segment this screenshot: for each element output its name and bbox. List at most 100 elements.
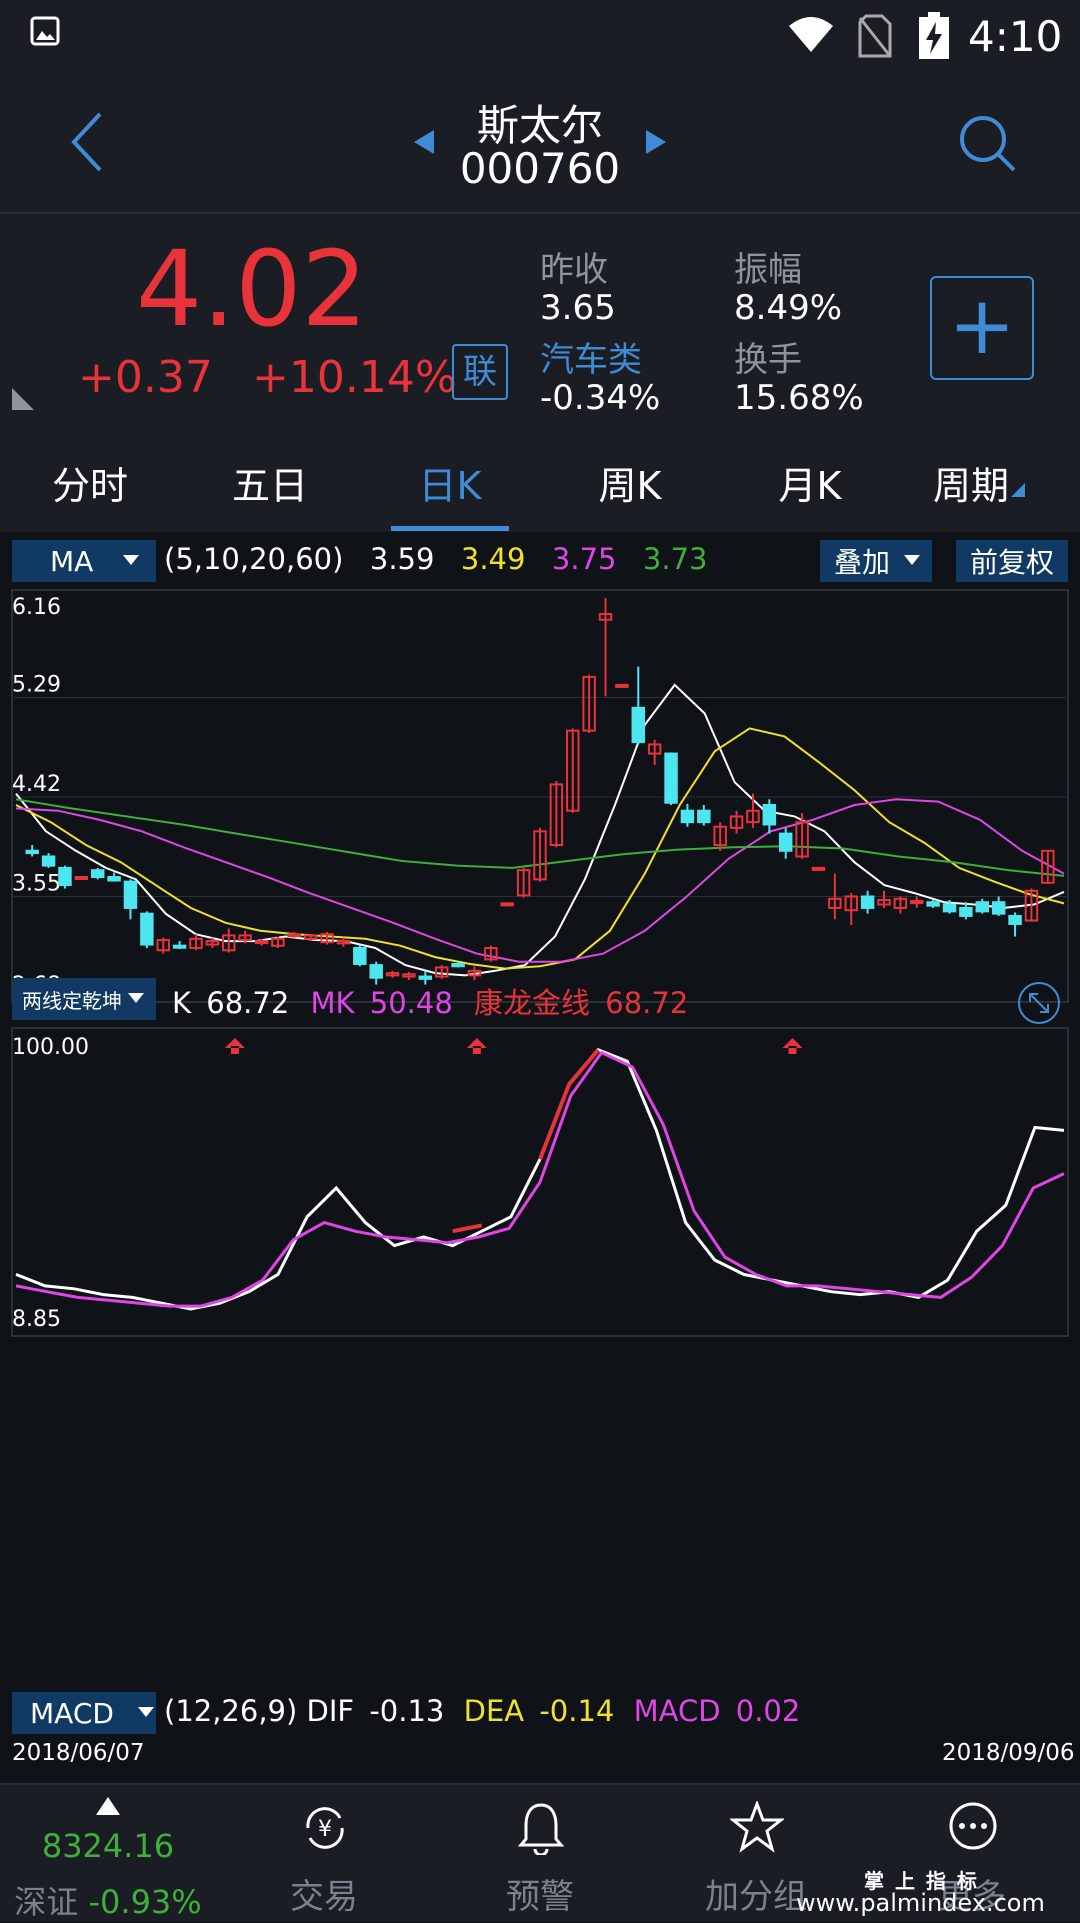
tab-monthly-k[interactable]: 月K [750, 456, 870, 516]
candle-body [910, 900, 924, 905]
overlay-selector[interactable]: 叠加 [820, 540, 932, 582]
candle-body [959, 906, 973, 917]
candle-body [107, 876, 121, 882]
tab-period-label: 周期 [932, 464, 1009, 508]
candle-body [90, 869, 105, 879]
ma-selector[interactable]: MA [12, 540, 156, 582]
nav-trade[interactable]: ¥ 交易 [216, 1785, 432, 1922]
mk-value: 50.48 [369, 986, 453, 1020]
star-icon [730, 1801, 784, 1853]
next-stock-icon[interactable] [644, 128, 668, 156]
candle-body [697, 809, 711, 824]
sector-change: -0.34% [540, 378, 661, 418]
candle-body [942, 903, 957, 913]
tab-five-day[interactable]: 五日 [210, 456, 330, 516]
y-tick-label: 4.42 [12, 772, 61, 797]
tab-daily-k[interactable]: 日K [390, 456, 510, 516]
index-line: 深证 -0.93% [0, 1877, 216, 1923]
status-bar: 4:10 [0, 0, 1080, 80]
chevron-down-icon [128, 993, 144, 1003]
candle-body [451, 962, 465, 968]
ma-values: (5,10,20,60) 3.59 3.49 3.75 3.73 [164, 542, 708, 576]
active-tab-indicator [391, 526, 509, 531]
candle-body [58, 866, 72, 887]
candle-body [991, 901, 1006, 915]
turnover-label: 换手 [734, 340, 802, 380]
ma10-value: 3.49 [460, 542, 526, 576]
bottom-nav: 8324.16 深证 -0.93% ¥ 交易 预警 加分组 更多 掌 上 指 标… [0, 1783, 1080, 1922]
ma-selector-label: MA [50, 544, 94, 578]
candle-body [74, 876, 89, 881]
prev-stock-icon[interactable] [412, 128, 436, 156]
candle-body [926, 901, 940, 907]
indicator-lines [15, 1048, 1065, 1311]
nav-market-index[interactable]: 8324.16 深证 -0.93% [0, 1785, 216, 1922]
candles [25, 598, 1055, 985]
linked-badge-button[interactable]: 联 [452, 344, 508, 400]
nav-alert[interactable]: 预警 [432, 1785, 648, 1922]
candle-body [860, 895, 875, 909]
svg-text:¥: ¥ [318, 1817, 332, 1842]
k-value: 68.72 [206, 986, 290, 1020]
adjust-button[interactable]: 前复权 [956, 540, 1068, 582]
candle-body [123, 880, 138, 909]
candle-body [353, 946, 367, 965]
gallery-icon [30, 16, 60, 46]
tab-intraday[interactable]: 分时 [30, 456, 150, 516]
chevron-down-icon [123, 555, 140, 565]
stock-code: 000760 [459, 144, 621, 193]
back-icon[interactable] [68, 110, 108, 174]
more-icon [949, 1802, 997, 1850]
kline-frame [11, 589, 1069, 1003]
expand-icon[interactable] [1016, 980, 1062, 1026]
prev-close-label: 昨收 [540, 250, 608, 290]
candle-body [287, 933, 302, 938]
macd-selector[interactable]: MACD [12, 1692, 156, 1734]
dea-value: -0.14 [539, 1694, 615, 1728]
amplitude-value: 8.49% [734, 288, 843, 328]
tab-weekly-k[interactable]: 周K [570, 456, 690, 516]
period-tabs: 分时 五日 日K 周K 月K 周期 [0, 436, 1080, 534]
candle-body [762, 804, 777, 826]
candle-body [975, 901, 990, 913]
klgx-label: 康龙金线 [474, 986, 591, 1020]
sector-link[interactable]: 汽车类 [540, 332, 642, 381]
turnover-value: 15.68% [734, 378, 864, 418]
start-date: 2018/06/07 [12, 1740, 145, 1766]
corner-triangle-icon [12, 388, 34, 410]
candle-body [254, 940, 269, 945]
chart-area: MA (5,10,20,60) 3.59 3.49 3.75 3.73 叠加 前… [0, 532, 1080, 1782]
price: 4.02 [136, 228, 368, 350]
candle-body [778, 832, 793, 852]
add-watchlist-button[interactable]: + [930, 276, 1034, 380]
ma-params: (5,10,20,60) [164, 542, 344, 576]
watermark-url: www.palmindex.com [796, 1889, 1045, 1917]
kline-chart: 6.165.294.423.552.68 [11, 589, 1069, 1003]
no-sim-icon [858, 14, 892, 58]
end-date: 2018/09/06 [942, 1740, 1075, 1766]
y-tick-label: 6.16 [12, 595, 61, 620]
search-icon[interactable] [956, 112, 1020, 176]
dif-value: -0.13 [369, 1694, 445, 1728]
y-tick-label: 8.85 [12, 1307, 61, 1332]
candle-body [172, 944, 187, 949]
chevron-down-icon [904, 555, 921, 565]
bell-icon [518, 1803, 564, 1855]
nav-alert-label: 预警 [506, 1877, 574, 1917]
k-label: K [172, 986, 192, 1020]
battery-charging-icon [919, 12, 949, 59]
caret-up-icon [96, 1797, 120, 1815]
indicator-selector-label: 两线定乾坤 [22, 988, 122, 1013]
candle-body [418, 975, 433, 980]
chevron-down-icon [137, 1707, 154, 1717]
indicator-values: K 68.72 MK 50.48 康龙金线 68.72 [172, 980, 688, 1022]
tab-period[interactable]: 周期 [920, 456, 1040, 516]
index-value: 8324.16 [41, 1827, 175, 1865]
ma20-value: 3.75 [551, 542, 617, 576]
price-change: +0.37 [78, 352, 213, 403]
price-change-pct: +10.14% [252, 352, 457, 403]
overlay-label: 叠加 [834, 546, 891, 579]
ma60-value: 3.73 [642, 542, 708, 576]
wifi-icon [789, 17, 833, 52]
indicator-selector[interactable]: 两线定乾坤 [12, 978, 156, 1020]
